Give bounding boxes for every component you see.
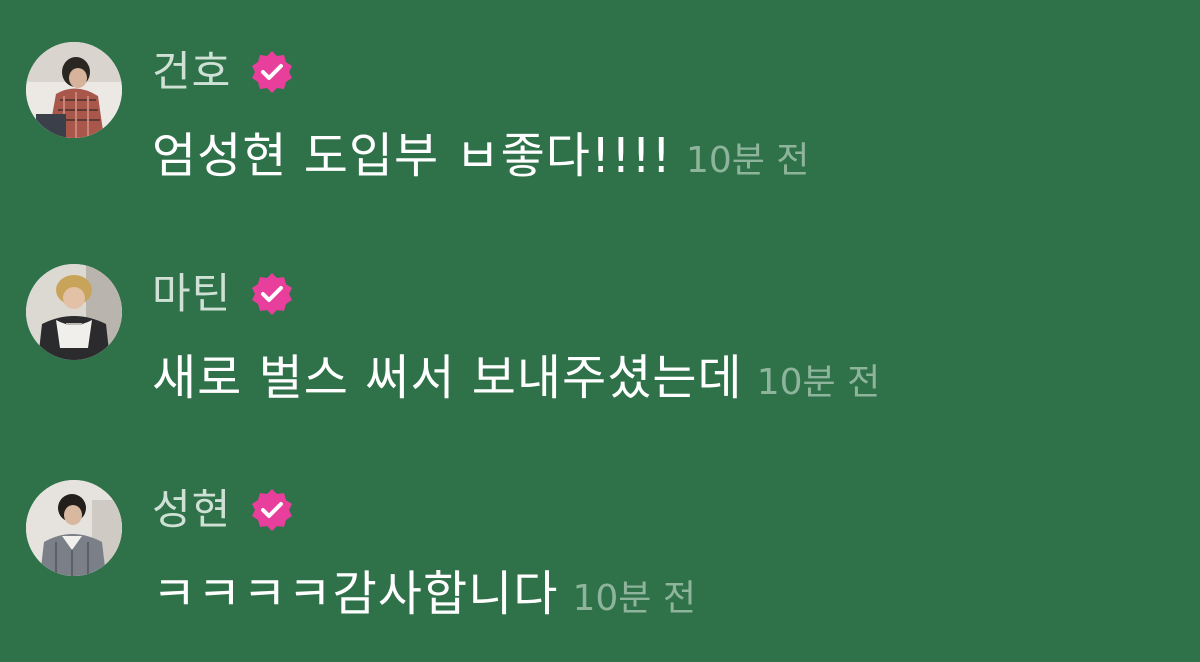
comment-username[interactable]: 마틴 [152,266,231,322]
comment-item: 성현 ㅋㅋㅋㅋ감사합니다 10분 전 [0,478,1200,638]
avatar[interactable] [26,480,122,576]
comment-username[interactable]: 건호 [152,44,231,100]
comment-timestamp: 10분 전 [685,140,810,181]
avatar[interactable] [26,264,122,360]
comment-timestamp: 10분 전 [572,578,696,619]
avatar[interactable] [26,42,122,138]
comment-text: 엄성현 도입부 ㅂ좋다!!!! [152,128,672,184]
comment-item: 건호 엄성현 도입부 ㅂ좋다!!!! 10분 전 [0,40,1200,200]
comment-item: 마틴 새로 벌스 써서 보내주셨는데 10분 전 [0,262,1200,422]
verified-badge-icon [249,271,295,317]
comment-username[interactable]: 성현 [152,482,231,538]
verified-badge-icon [249,49,295,95]
comment-timestamp: 10분 전 [756,362,881,403]
comment-list: 건호 엄성현 도입부 ㅂ좋다!!!! 10분 전 마틴 새로 벌스 써서 보내주… [0,0,1200,662]
comment-text: 새로 벌스 써서 보내주셨는데 [152,350,743,406]
comment-text: ㅋㅋㅋㅋ감사합니다 [152,566,559,622]
verified-badge-icon [249,487,295,533]
